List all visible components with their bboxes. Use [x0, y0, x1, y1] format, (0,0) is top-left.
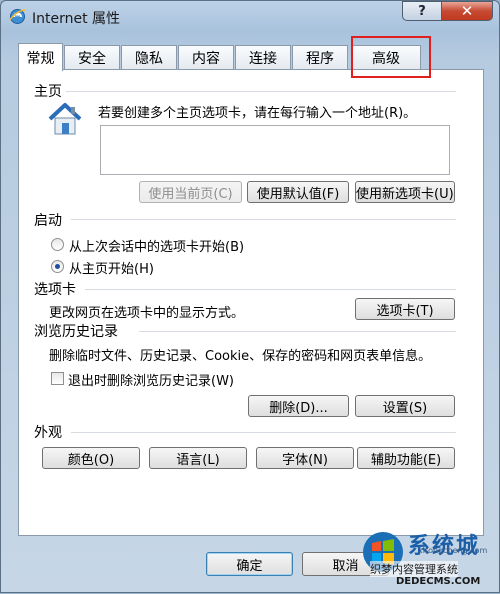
use-current-button[interactable]: 使用当前页(C)	[139, 181, 242, 203]
delete-on-exit-label[interactable]: 退出时删除浏览历史记录(W)	[68, 370, 234, 389]
tab-connections[interactable]: 连接	[235, 45, 291, 70]
use-new-tab-button[interactable]: 使用新选项卡(U)	[355, 181, 455, 203]
tabs-group-divider	[85, 289, 456, 290]
close-button[interactable]: ✕	[441, 1, 493, 21]
tabs-group-label: 选项卡	[34, 279, 80, 299]
startup-group-label: 启动	[34, 210, 66, 230]
watermark-line3: xitongcheng.com	[418, 546, 488, 555]
home-group-label: 主页	[34, 81, 66, 101]
last-session-label[interactable]: 从上次会话中的选项卡开始(B)	[69, 236, 244, 255]
appearance-group-divider	[71, 432, 456, 433]
home-page-textarea[interactable]	[100, 125, 450, 175]
last-session-radio[interactable]	[51, 238, 64, 251]
tabs-settings-button[interactable]: 选项卡(T)	[355, 298, 455, 320]
accessibility-button[interactable]: 辅助功能(E)	[357, 447, 455, 469]
tab-general[interactable]: 常规	[18, 43, 63, 71]
history-group-divider	[139, 331, 456, 332]
colors-button[interactable]: 颜色(O)	[42, 447, 140, 469]
use-default-button[interactable]: 使用默认值(F)	[247, 181, 349, 203]
window-title: Internet 属性	[32, 11, 121, 27]
history-description: 删除临时文件、历史记录、Cookie、保存的密码和网页表单信息。	[49, 349, 432, 364]
appearance-group-label: 外观	[34, 422, 66, 442]
watermark-line1: 织梦内容管理系统	[370, 561, 458, 577]
tab-security[interactable]: 安全	[64, 45, 120, 70]
delete-history-button[interactable]: 删除(D)...	[248, 395, 349, 417]
delete-on-exit-checkbox[interactable]	[51, 372, 64, 385]
site-watermark: 系统城 织梦内容管理系统 DEDECMS.COM xitongcheng.com	[356, 526, 500, 594]
ok-button[interactable]: 确定	[206, 552, 293, 576]
watermark-line2: DEDECMS.COM	[396, 576, 481, 587]
tab-programs[interactable]: 程序	[292, 45, 348, 70]
startup-group-divider	[71, 219, 456, 220]
tab-content[interactable]: 内容	[178, 45, 234, 70]
internet-options-window: Internet 属性 ? ✕ 常规 安全 隐私 内容 连接 程序 高级 主页 …	[0, 0, 500, 593]
home-start-label[interactable]: 从主页开始(H)	[69, 258, 154, 277]
advanced-tab-highlight	[351, 36, 431, 78]
home-group-divider	[61, 91, 456, 92]
fonts-button[interactable]: 字体(N)	[256, 447, 354, 469]
help-button[interactable]: ?	[402, 1, 442, 21]
ie-icon	[9, 9, 26, 24]
watermark-brand: 系统城	[408, 534, 481, 559]
languages-button[interactable]: 语言(L)	[149, 447, 247, 469]
history-group-label: 浏览历史记录	[34, 321, 122, 341]
history-settings-button[interactable]: 设置(S)	[355, 395, 455, 417]
title-bar[interactable]: Internet 属性 ? ✕	[1, 1, 499, 31]
tab-privacy[interactable]: 隐私	[121, 45, 177, 70]
home-start-radio[interactable]	[51, 260, 64, 273]
home-instruction: 若要创建多个主页选项卡，请在每行输入一个地址(R)。	[98, 106, 417, 121]
tabs-description: 更改网页在选项卡中的显示方式。	[49, 306, 245, 321]
house-icon	[48, 103, 82, 135]
